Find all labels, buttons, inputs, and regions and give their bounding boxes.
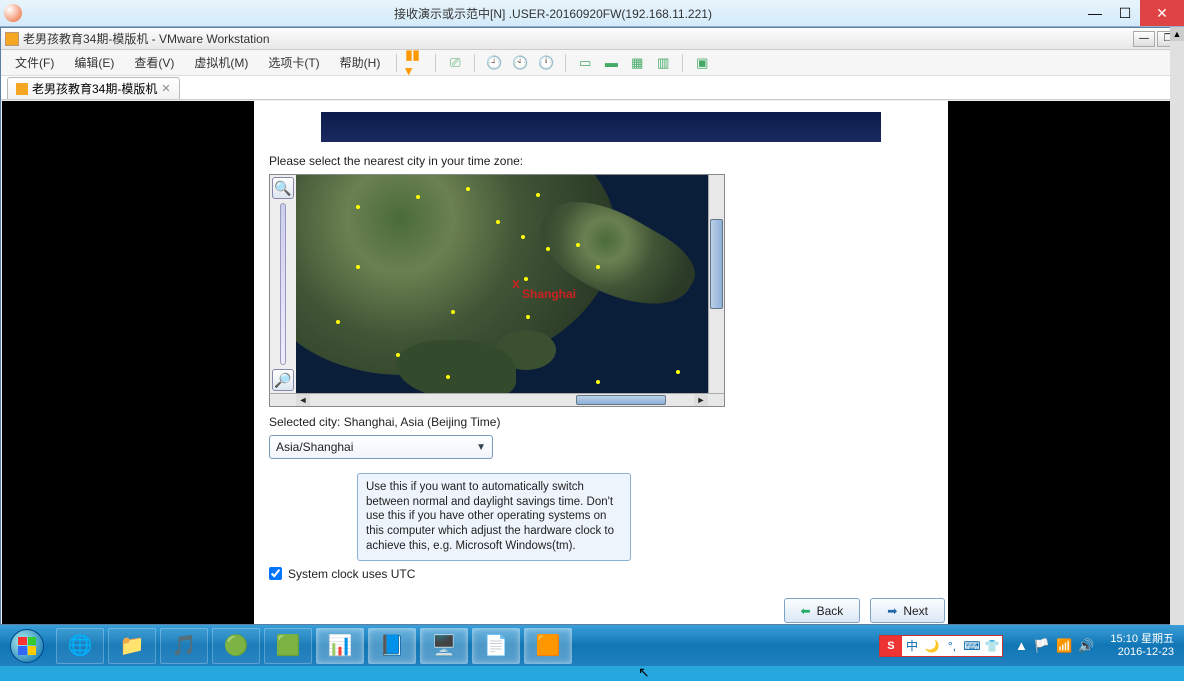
zoom-in-button[interactable]: 🔍 <box>272 177 294 199</box>
vm-tab-close-button[interactable]: ✕ <box>161 82 170 95</box>
timezone-select-value: Asia/Shanghai <box>276 440 353 454</box>
vmware-title: 老男孩教育34期-模版机 - VMware Workstation <box>23 30 1133 47</box>
vmware-window: 老男孩教育34期-模版机 - VMware Workstation — ❐ 文件… <box>0 27 1184 625</box>
vmware-app-icon <box>5 32 19 46</box>
hscroll-left-arrow-icon[interactable]: ◄ <box>296 394 310 406</box>
taskbar-notepadpp-button[interactable]: 📄 <box>472 628 520 664</box>
taskbar-clock[interactable]: 15:10 星期五 2016-12-23 <box>1100 633 1184 658</box>
vm-tab-icon <box>16 83 28 95</box>
hscroll-right-arrow-icon[interactable]: ► <box>694 394 708 406</box>
next-button[interactable]: ➡ Next <box>870 598 945 623</box>
start-button[interactable] <box>0 625 54 666</box>
installer-banner <box>321 112 881 142</box>
taskbar-vmware-button[interactable]: 🟧 <box>524 628 572 664</box>
tray-icons: ▲ 🏳️ 📶 🔊 <box>1009 638 1100 654</box>
back-button[interactable]: ⬅ Back <box>784 598 861 623</box>
selected-city-label: Selected city: <box>269 415 344 429</box>
library-toggle-button[interactable]: ▣ <box>691 53 713 73</box>
view-single-button[interactable]: ▭ <box>574 53 596 73</box>
vmware-titlebar: 老男孩教育34期-模版机 - VMware Workstation — ❐ <box>1 28 1183 50</box>
tray-volume-icon[interactable]: 🔊 <box>1078 638 1094 654</box>
selected-city-marker-icon: x <box>512 275 520 291</box>
view-fullscreen-button[interactable]: ▬ <box>600 53 622 73</box>
vm-tab-label: 老男孩教育34期-模版机 <box>32 80 157 97</box>
taskbar-remote-button[interactable]: 🖥️ <box>420 628 468 664</box>
vmware-minimize-button[interactable]: — <box>1133 31 1155 47</box>
remote-viewer-icon <box>4 4 22 22</box>
clock-date: 2016-12-23 <box>1110 646 1174 659</box>
selected-city-value: Shanghai, Asia (Beijing Time) <box>344 415 501 429</box>
tray-flag-icon[interactable]: 🏳️ <box>1034 638 1050 654</box>
vm-tab-active[interactable]: 老男孩教育34期-模版机 ✕ <box>7 77 180 99</box>
menu-help[interactable]: 帮助(H) <box>332 52 389 73</box>
mouse-cursor-icon: ↖ <box>638 664 650 681</box>
send-ctrl-alt-del-button[interactable]: ⎚ <box>444 53 466 73</box>
next-arrow-icon: ➡ <box>887 604 897 618</box>
taskbar-explorer-button[interactable]: 📁 <box>108 628 156 664</box>
taskbar-ppt-button[interactable]: 📊 <box>316 628 364 664</box>
clock-time: 15:10 <box>1110 633 1138 645</box>
ime-toolbar[interactable]: S 中 🌙 °, ⌨ 👕 <box>879 635 1003 657</box>
zoom-slider[interactable] <box>280 203 286 365</box>
close-button[interactable]: ✕ <box>1140 0 1184 26</box>
windows-taskbar: 🌐 📁 🎵 🟢 🟩 📊 📘 🖥️ 📄 🟧 S 中 🌙 °, ⌨ 👕 ▲ 🏳️ 📶… <box>0 625 1184 666</box>
snapshot-manager-button[interactable]: 🕛 <box>535 53 557 73</box>
map-vertical-scrollbar[interactable] <box>708 175 724 393</box>
ime-skin-icon[interactable]: 👕 <box>982 636 1002 656</box>
back-arrow-icon: ⬅ <box>801 604 811 618</box>
timezone-map-container: 🔍 🔎 <box>269 174 725 394</box>
ime-keyboard-icon[interactable]: ⌨ <box>962 636 982 656</box>
selected-city-line: Selected city: Shanghai, Asia (Beijing T… <box>269 415 933 429</box>
ime-punct-icon[interactable]: °, <box>942 636 962 656</box>
timezone-prompt: Please select the nearest city in your t… <box>269 154 933 168</box>
taskbar-wmp-button[interactable]: 🎵 <box>160 628 208 664</box>
vm-console: Please select the nearest city in your t… <box>2 101 1182 624</box>
system-tray: S 中 🌙 °, ⌨ 👕 ▲ 🏳️ 📶 🔊 15:10 星期五 2016-12-… <box>879 625 1184 666</box>
taskbar-chrome-button[interactable]: 🟢 <box>212 628 260 664</box>
ime-logo-icon: S <box>880 636 902 656</box>
taskbar-ie-button[interactable]: 🌐 <box>56 628 104 664</box>
remote-viewer-scrollbar[interactable]: ▲ <box>1170 27 1184 625</box>
snapshot-revert-button[interactable]: 🕙 <box>509 53 531 73</box>
minimize-button[interactable]: — <box>1080 0 1110 26</box>
clock-day: 星期五 <box>1141 633 1174 645</box>
timezone-map[interactable]: x Shanghai <box>296 175 708 393</box>
pause-vm-button[interactable]: ▮▮ ▾ <box>405 53 427 73</box>
back-button-label: Back <box>817 604 844 618</box>
menu-view[interactable]: 查看(V) <box>126 52 182 73</box>
map-zoom-controls: 🔍 🔎 <box>270 175 296 393</box>
maximize-button[interactable]: ☐ <box>1110 0 1140 26</box>
menu-vm[interactable]: 虚拟机(M) <box>186 52 256 73</box>
menu-file[interactable]: 文件(F) <box>7 52 62 73</box>
view-unity-button[interactable]: ▦ <box>626 53 648 73</box>
installer-panel: Please select the nearest city in your t… <box>254 101 948 624</box>
taskbar-utorrent-button[interactable]: 🟩 <box>264 628 312 664</box>
ime-moon-icon[interactable]: 🌙 <box>922 636 942 656</box>
remote-viewer-window-controls: — ☐ ✕ <box>1080 0 1184 26</box>
remote-viewer-titlebar: 接收演示或示范中[N] .USER-20160920FW(192.168.11.… <box>0 0 1184 27</box>
snapshot-take-button[interactable]: 🕘 <box>483 53 505 73</box>
menu-tabs[interactable]: 选项卡(T) <box>260 52 327 73</box>
utc-checkbox-row: System clock uses UTC <box>269 567 933 581</box>
map-horizontal-scrollbar[interactable]: ◄ ► <box>269 393 725 407</box>
dropdown-arrow-icon: ▼ <box>476 442 486 453</box>
vmware-menubar: 文件(F) 编辑(E) 查看(V) 虚拟机(M) 选项卡(T) 帮助(H) ▮▮… <box>1 50 1183 76</box>
tray-expand-icon[interactable]: ▲ <box>1015 638 1028 654</box>
ime-mode-zhong[interactable]: 中 <box>902 636 922 656</box>
menu-edit[interactable]: 编辑(E) <box>66 52 122 73</box>
tray-network-icon[interactable]: 📶 <box>1056 638 1072 654</box>
remote-viewer-title: 接收演示或示范中[N] .USER-20160920FW(192.168.11.… <box>26 5 1080 22</box>
zoom-out-button[interactable]: 🔎 <box>272 369 294 391</box>
utc-checkbox-label: System clock uses UTC <box>288 567 415 581</box>
next-button-label: Next <box>903 604 928 618</box>
utc-tooltip: Use this if you want to automatically sw… <box>357 473 631 561</box>
view-console-button[interactable]: ▥ <box>652 53 674 73</box>
installer-nav-buttons: ⬅ Back ➡ Next <box>784 598 946 623</box>
taskbar-word-button[interactable]: 📘 <box>368 628 416 664</box>
selected-city-map-label: Shanghai <box>522 287 576 301</box>
vmware-tabbar: 老男孩教育34期-模版机 ✕ <box>1 76 1183 100</box>
timezone-select[interactable]: Asia/Shanghai ▼ <box>269 435 493 459</box>
utc-checkbox[interactable] <box>269 567 282 580</box>
